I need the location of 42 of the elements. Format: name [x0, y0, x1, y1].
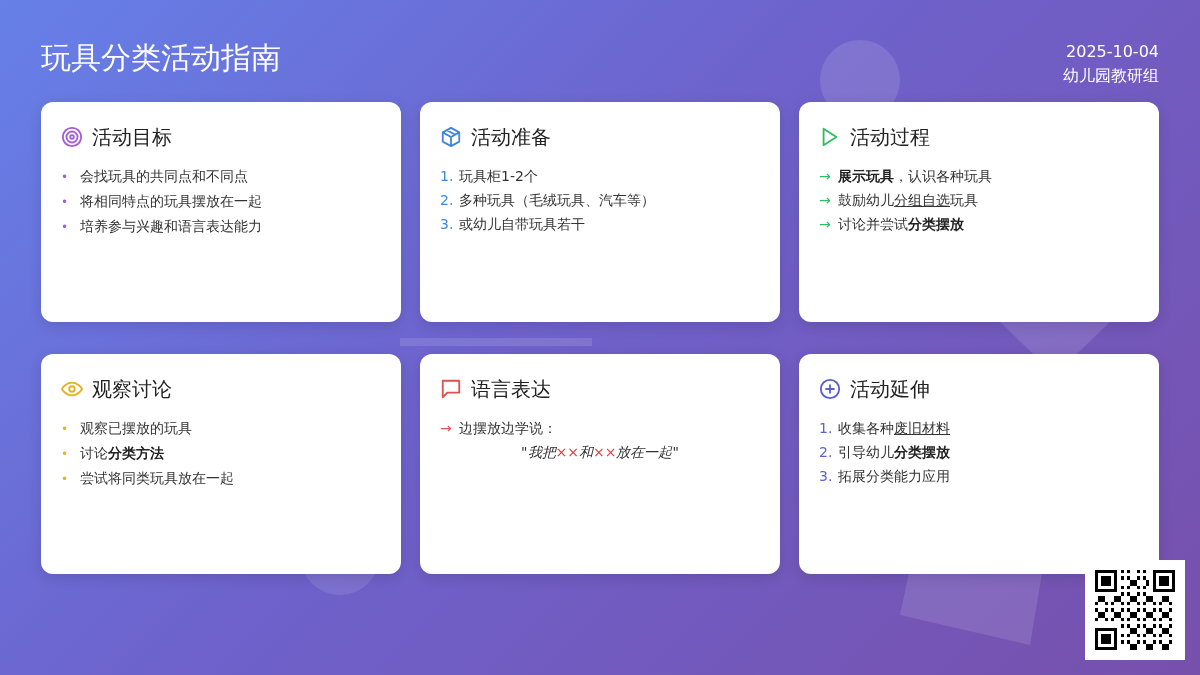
list-number: 2.: [819, 443, 834, 462]
list-item-text: 讨论并尝试分类摆放: [838, 215, 964, 234]
page-title: 玩具分类活动指南: [41, 40, 281, 76]
list-item-text: 边摆放边学说：: [459, 419, 557, 438]
list-number: 3.: [819, 467, 834, 486]
list-number: 1.: [440, 167, 455, 186]
list-item-text: 引导幼儿分类摆放: [838, 443, 950, 462]
card-title: 活动准备: [471, 124, 551, 150]
card-title: 活动目标: [92, 124, 172, 150]
list-item-text: 讨论分类方法: [80, 444, 164, 463]
list-number: 1.: [819, 419, 834, 438]
list-item-text: 将相同特点的玩具摆放在一起: [80, 192, 262, 211]
bullet-marker: •: [61, 421, 70, 438]
arrow-marker: →: [819, 191, 832, 210]
list-number: 3.: [440, 215, 455, 234]
list-item-text: 多种玩具（毛绒玩具、汽车等）: [459, 191, 655, 210]
bullet-marker: •: [61, 219, 70, 236]
bullet-marker: •: [61, 471, 70, 488]
arrow-marker: →: [819, 167, 832, 186]
list-item-text: 玩具柜1-2个: [459, 167, 538, 186]
list-item-text: 或幼儿自带玩具若干: [459, 215, 585, 234]
meta-text: 2025-10-04: [1065, 41, 1159, 63]
meta-text: 幼儿园教研组: [1063, 65, 1159, 87]
list-item-text: 鼓励幼儿分组自选玩具: [838, 191, 978, 210]
list-number: 2.: [440, 191, 455, 210]
list-item-text: 尝试将同类玩具放在一起: [80, 469, 234, 488]
list-item-text: 展示玩具，认识各种玩具: [838, 167, 992, 186]
list-item-text: 观察已摆放的玩具: [80, 419, 192, 438]
bullet-marker: •: [61, 446, 70, 463]
list-item-text: 收集各种废旧材料: [838, 419, 950, 438]
quote-text: "我把××和××放在一起": [521, 443, 679, 462]
card-title: 活动延伸: [850, 376, 930, 402]
bullet-marker: •: [61, 194, 70, 211]
arrow-marker: →: [819, 215, 832, 234]
list-item-text: 培养参与兴趣和语言表达能力: [80, 217, 262, 236]
list-item-text: 拓展分类能力应用: [838, 467, 950, 486]
card-title: 语言表达: [471, 376, 551, 402]
arrow-marker: →: [440, 419, 453, 438]
card-title: 观察讨论: [92, 376, 172, 402]
card-title: 活动过程: [850, 124, 930, 150]
list-item-text: 会找玩具的共同点和不同点: [80, 167, 248, 186]
bullet-marker: •: [61, 169, 70, 186]
